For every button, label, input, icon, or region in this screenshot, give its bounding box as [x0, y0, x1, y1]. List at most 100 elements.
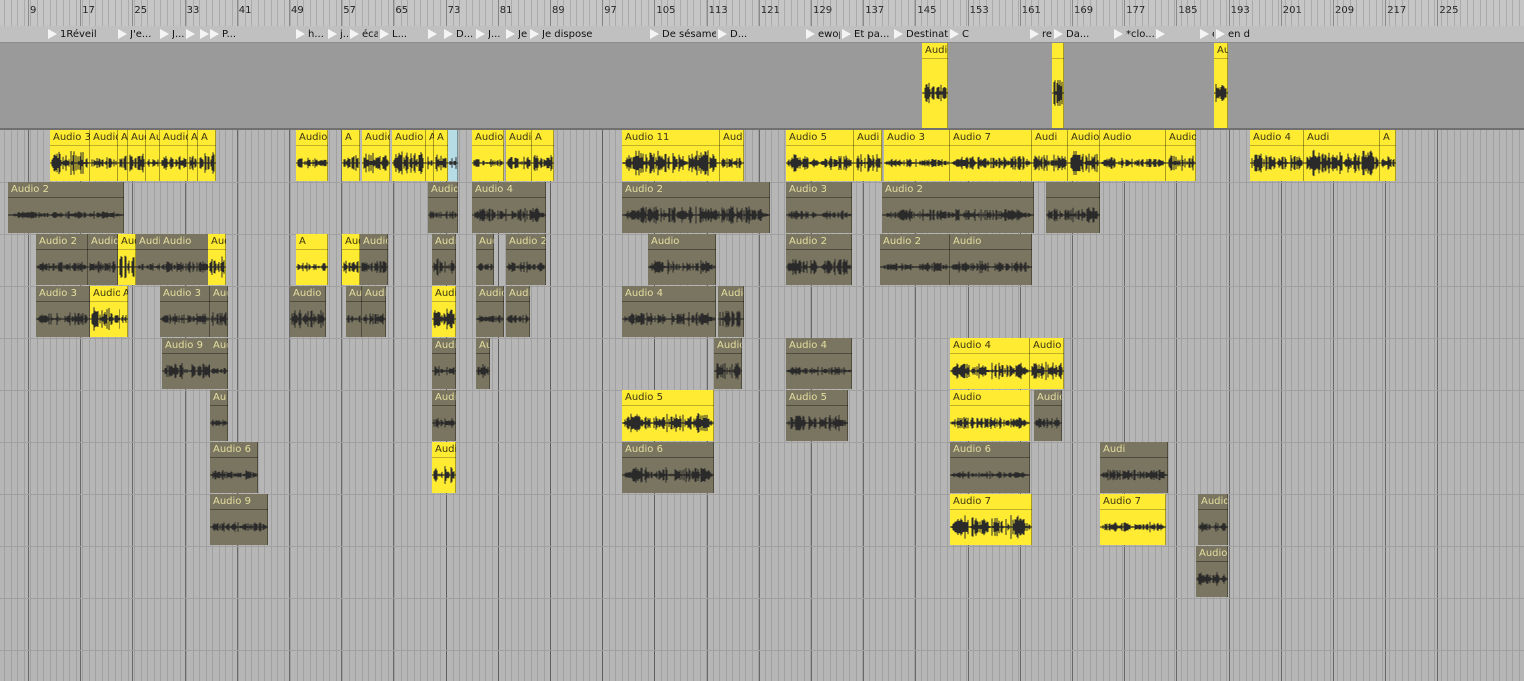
locator-marker[interactable]: [1156, 26, 1198, 42]
locator-flag-icon[interactable]: [296, 29, 305, 39]
audio-clip[interactable]: Audi: [1100, 442, 1168, 493]
audio-clip[interactable]: Audio: [506, 130, 532, 181]
locator-marker[interactable]: [428, 26, 442, 42]
locator-marker[interactable]: e...: [1200, 26, 1214, 42]
audio-clip[interactable]: Audio 11: [432, 442, 456, 493]
locator-marker[interactable]: Et pa...: [842, 26, 892, 42]
locator-marker[interactable]: retour ...: [1030, 26, 1052, 42]
audio-clip[interactable]: A: [198, 130, 216, 181]
audio-clip[interactable]: [448, 130, 458, 181]
audio-clip[interactable]: Audi: [210, 338, 228, 389]
audio-clip[interactable]: Audio 4: [950, 338, 1030, 389]
audio-clip[interactable]: Audio 4: [472, 182, 546, 233]
track-lane[interactable]: Audio 9AudiAudioAudio 4Audio 4Audio 4Aud…: [0, 338, 1524, 391]
locator-marker[interactable]: P...: [210, 26, 296, 42]
audio-clip[interactable]: Audio 7: [950, 494, 1032, 545]
audio-clip[interactable]: Au: [210, 390, 228, 441]
audio-clip[interactable]: [1052, 43, 1064, 128]
audio-clip[interactable]: Audio: [88, 234, 118, 285]
locator-flag-icon[interactable]: [328, 29, 337, 39]
audio-clip[interactable]: Audio 2: [622, 182, 770, 233]
track-lane[interactable]: Audio 3AudioAuAudAuAudioAAAudioAAudioAud…: [0, 130, 1524, 183]
audio-clip[interactable]: Aud: [720, 130, 744, 181]
audio-clip[interactable]: Audio 2: [432, 234, 456, 285]
locator-marker[interactable]: D...: [444, 26, 474, 42]
locator-marker[interactable]: ewop: [806, 26, 840, 42]
audio-clip[interactable]: Audio 3: [884, 130, 950, 181]
audio-clip[interactable]: A: [426, 130, 434, 181]
locator-marker[interactable]: L...: [380, 26, 426, 42]
audio-clip[interactable]: Audio: [160, 234, 210, 285]
track-lane[interactable]: Audio 2 Audio Audio 4 Audio 2 Audio 3 Audio 2: [0, 182, 1524, 235]
audio-clip[interactable]: Audio 5: [346, 286, 362, 337]
locator-flag-icon[interactable]: [1054, 29, 1063, 39]
locator-marker[interactable]: Je dispose: [530, 26, 648, 42]
audio-clip[interactable]: Audio 2: [36, 234, 88, 285]
locator-flag-icon[interactable]: [200, 29, 209, 39]
audio-clip[interactable]: Audio 2: [208, 234, 226, 285]
audio-clip[interactable]: Audio 6: [950, 442, 1030, 493]
audio-clip[interactable]: Au: [118, 130, 128, 181]
audio-clip[interactable]: Audio 3: [432, 286, 456, 337]
audio-clip[interactable]: Audio 5: [786, 130, 854, 181]
audio-clip[interactable]: A: [342, 130, 360, 181]
audio-clip[interactable]: Audio 3: [50, 130, 90, 181]
audio-clip[interactable]: Audio: [210, 286, 228, 337]
locator-flag-icon[interactable]: [894, 29, 903, 39]
arrangement-view[interactable]: 9 17 25 33 41 49 57 65 73 81 89 97 105 113 121 129 137 14…: [0, 0, 1524, 681]
audio-clip[interactable]: Audio: [290, 286, 326, 337]
audio-clip[interactable]: Audio: [428, 182, 458, 233]
audio-clip[interactable]: A: [532, 130, 554, 181]
audio-clip[interactable]: Audio 2: [882, 182, 1034, 233]
locator-flag-icon[interactable]: [380, 29, 389, 39]
locator-flag-icon[interactable]: [718, 29, 727, 39]
locator-flag-icon[interactable]: [842, 29, 851, 39]
locator-marker[interactable]: *clo...: [1114, 26, 1154, 42]
beat-time-ruler[interactable]: 9 17 25 33 41 49 57 65 73 81 89 97 105 113 121 129 137 14…: [0, 0, 1524, 26]
locator-flag-icon[interactable]: [350, 29, 359, 39]
audio-clip[interactable]: Audio: [296, 130, 328, 181]
locator-marker[interactable]: Le souffle fr...: [200, 26, 209, 42]
track-lane[interactable]: [0, 598, 1524, 651]
locator-flag-icon[interactable]: [186, 29, 195, 39]
locator-flag-icon[interactable]: [1200, 29, 1209, 39]
audio-clip[interactable]: Audio 2: [786, 234, 852, 285]
audio-clip[interactable]: Audio: [1196, 546, 1228, 597]
audio-clip[interactable]: Audio 3: [160, 286, 210, 337]
audio-clip[interactable]: Audio: [1214, 43, 1228, 128]
track-lanes[interactable]: Audio 3AudioAuAudAuAudioAAAudioAAudioAud…: [0, 130, 1524, 681]
audio-clip[interactable]: Audio 6: [210, 442, 258, 493]
audio-clip[interactable]: Audio: [1198, 494, 1228, 545]
audio-clip[interactable]: Audio: [362, 130, 390, 181]
locator-marker[interactable]: J'e...: [118, 26, 158, 42]
locator-marker[interactable]: Da...: [1054, 26, 1112, 42]
locator-marker[interactable]: h...: [296, 26, 326, 42]
audio-clip[interactable]: Audio: [90, 130, 118, 181]
audio-clip[interactable]: A: [1380, 130, 1396, 181]
locator-marker[interactable]: Je débloque: [506, 26, 528, 42]
locator-marker[interactable]: De sésame: [650, 26, 716, 42]
audio-clip[interactable]: Audio 5: [622, 390, 714, 441]
locator-flag-icon[interactable]: [48, 29, 57, 39]
locator-flag-icon[interactable]: [530, 29, 539, 39]
audio-clip[interactable]: Audi: [854, 130, 882, 181]
audio-clip[interactable]: Audio 2: [8, 182, 124, 233]
locator-flag-icon[interactable]: [1216, 29, 1225, 39]
audio-clip[interactable]: Audio: [392, 130, 426, 181]
audio-clip[interactable]: A: [296, 234, 328, 285]
audio-clip[interactable]: A: [188, 130, 198, 181]
locator-flag-icon[interactable]: [1030, 29, 1039, 39]
audio-clip[interactable]: Audi: [1304, 130, 1380, 181]
audio-clip[interactable]: Audi: [1032, 130, 1068, 181]
audio-clip[interactable]: Audio 4: [1250, 130, 1304, 181]
audio-clip[interactable]: Aud: [128, 130, 146, 181]
track-lane[interactable]: Audio 2AudioAudio 2Audio 2AudioAudio 2AA…: [0, 234, 1524, 287]
audio-clip[interactable]: Audio 3: [36, 286, 90, 337]
audio-clip[interactable]: Audio 9: [162, 338, 216, 389]
locator-flag-icon[interactable]: [160, 29, 169, 39]
audio-clip[interactable]: Au: [146, 130, 160, 181]
audio-clip[interactable]: Audio: [950, 390, 1030, 441]
locator-flag-icon[interactable]: [428, 29, 437, 39]
locator-marker[interactable]: écar...: [350, 26, 378, 42]
locator-flag-icon[interactable]: [650, 29, 659, 39]
